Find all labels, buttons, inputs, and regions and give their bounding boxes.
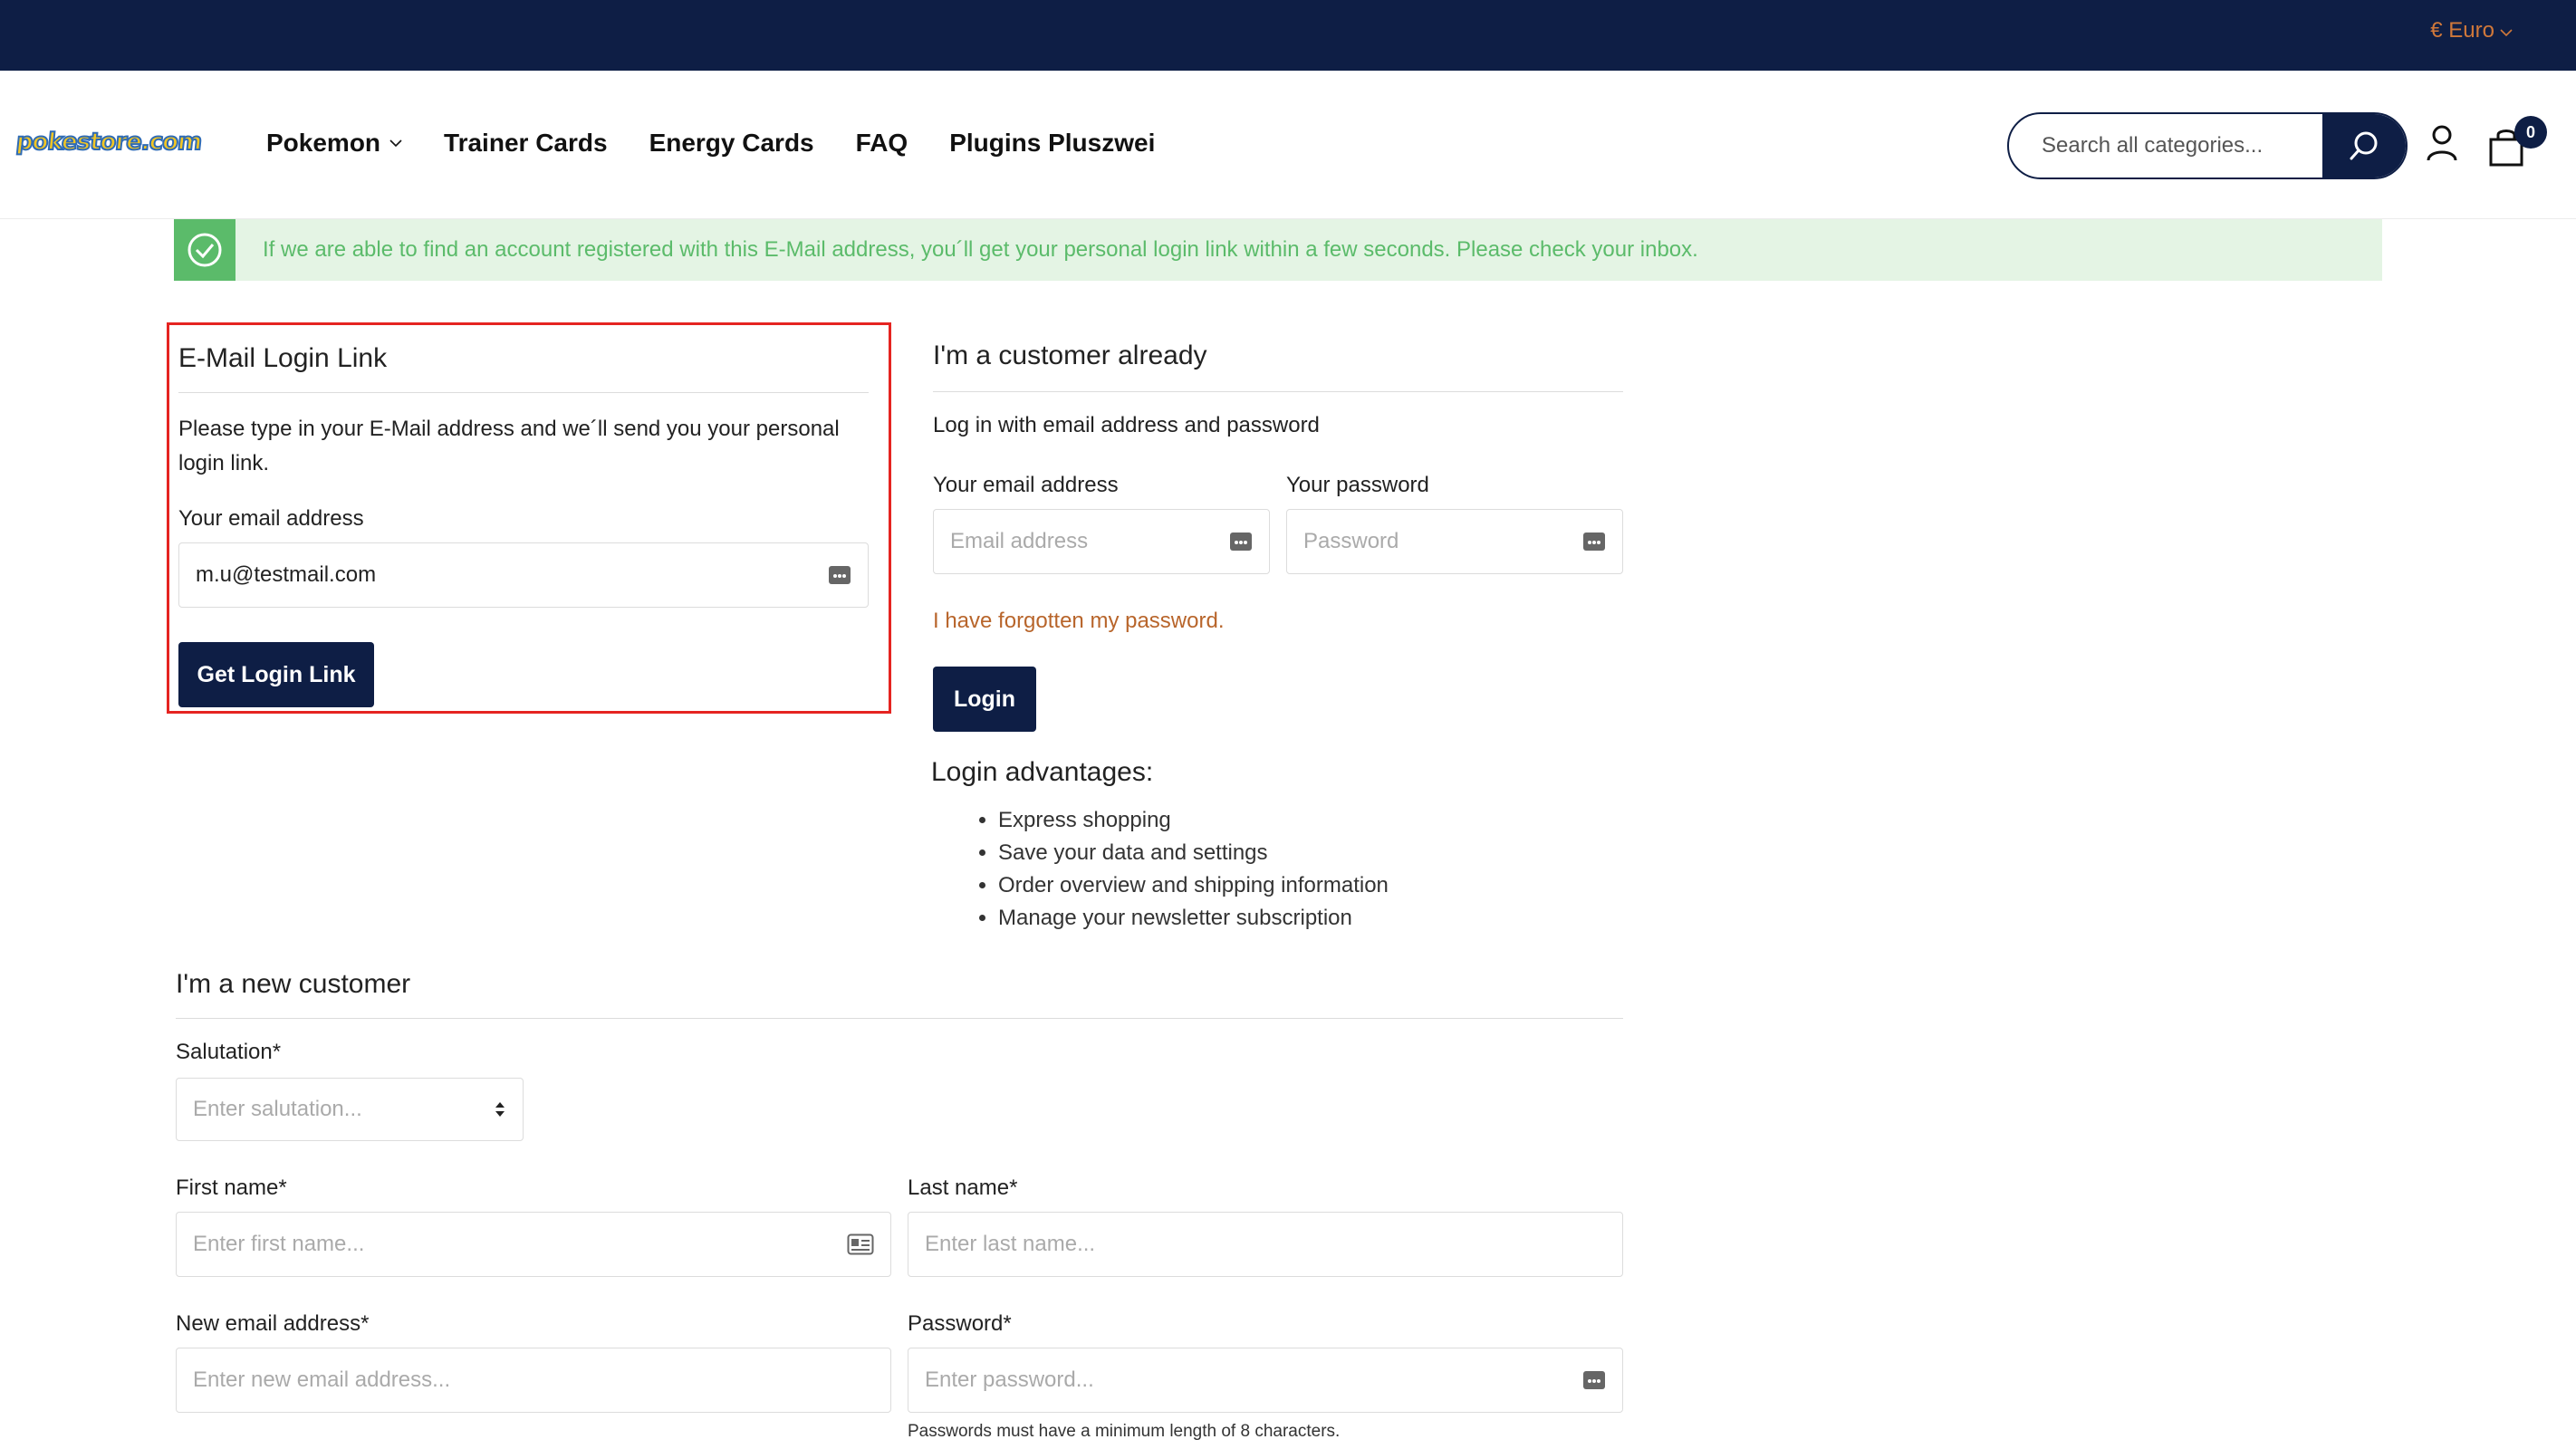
email-input-value: m.u@testmail.com	[196, 562, 377, 587]
login-advantages-list: Express shopping Save your data and sett…	[933, 804, 1389, 935]
search-bar	[2007, 112, 2408, 179]
new-customer-section: I'm a new customer Salutation* Enter sal…	[176, 969, 1625, 1449]
email-login-link-section: E-Mail Login Link Please type in your E-…	[167, 322, 891, 714]
contact-card-icon[interactable]	[847, 1233, 874, 1255]
existing-customer-section: I'm a customer already Log in with email…	[931, 341, 1623, 956]
nav-item-plugins-pluszwei[interactable]: Plugins Pluszwei	[949, 129, 1155, 158]
new-password-placeholder: Enter password...	[925, 1367, 1094, 1392]
user-icon	[2427, 125, 2457, 161]
list-item: Save your data and settings	[998, 837, 1389, 869]
nav-item-energy-cards[interactable]: Energy Cards	[649, 129, 814, 158]
password-manager-icon[interactable]	[1582, 1370, 1606, 1390]
nav-item-trainer-cards[interactable]: Trainer Cards	[444, 129, 608, 158]
new-password-field[interactable]: Enter password...	[908, 1348, 1623, 1413]
new-customer-title: I'm a new customer	[176, 969, 411, 999]
login-password-field[interactable]: Password	[1286, 509, 1623, 574]
divider	[933, 391, 1623, 392]
email-label: Your email address	[933, 473, 1119, 497]
salutation-label: Salutation*	[176, 1040, 282, 1064]
alert-icon-container	[174, 219, 235, 281]
password-hint: Passwords must have a minimum length of …	[908, 1422, 1341, 1441]
forgot-password-link[interactable]: I have forgotten my password.	[933, 609, 1225, 634]
select-arrows-icon	[495, 1102, 505, 1117]
last-name-placeholder: Enter last name...	[925, 1232, 1096, 1256]
list-item: Order overview and shipping information	[998, 869, 1389, 902]
last-name-label: Last name*	[908, 1176, 1018, 1200]
login-button[interactable]: Login	[933, 667, 1036, 732]
check-circle-icon	[187, 233, 222, 267]
email-label: Your email address	[178, 506, 364, 531]
search-button[interactable]	[2322, 114, 2406, 178]
chevron-down-icon	[389, 139, 402, 148]
first-name-placeholder: Enter first name...	[193, 1232, 365, 1256]
login-advantages-title: Login advantages:	[931, 757, 1154, 787]
last-name-field[interactable]: Enter last name...	[908, 1212, 1623, 1277]
cart-count-badge: 0	[2514, 116, 2547, 149]
top-bar: € Euro	[0, 0, 2576, 71]
main-nav: Pokemon Trainer Cards Energy Cards FAQ P…	[266, 129, 1155, 158]
success-alert: If we are able to find an account regist…	[174, 219, 2382, 281]
email-login-link-description: Please type in your E-Mail address and w…	[178, 417, 840, 475]
account-button[interactable]	[2424, 121, 2460, 165]
login-link-email-field[interactable]: m.u@testmail.com	[178, 542, 869, 608]
new-email-placeholder: Enter new email address...	[193, 1367, 451, 1392]
new-email-field[interactable]: Enter new email address...	[176, 1348, 891, 1413]
currency-selector[interactable]: € Euro	[2430, 18, 2513, 43]
list-item: Express shopping	[998, 804, 1389, 837]
email-login-link-title: E-Mail Login Link	[178, 343, 388, 373]
cart-button[interactable]: 0	[2487, 116, 2547, 170]
first-name-field[interactable]: Enter first name...	[176, 1212, 891, 1277]
site-logo[interactable]: pokestore.com	[14, 128, 203, 157]
existing-customer-title: I'm a customer already	[933, 341, 1207, 370]
nav-item-label: Pokemon	[266, 129, 381, 157]
divider	[176, 1018, 1623, 1019]
password-placeholder: Password	[1303, 529, 1399, 553]
new-password-label: Password*	[908, 1311, 1012, 1336]
login-email-field[interactable]: Email address	[933, 509, 1270, 574]
first-name-label: First name*	[176, 1176, 287, 1200]
list-item: Manage your newsletter subscription	[998, 902, 1389, 935]
nav-item-pokemon[interactable]: Pokemon	[266, 129, 402, 158]
salutation-select[interactable]: Enter salutation...	[176, 1078, 524, 1141]
search-input[interactable]	[2009, 114, 2322, 178]
salutation-placeholder: Enter salutation...	[193, 1097, 362, 1121]
password-manager-icon[interactable]	[828, 565, 851, 585]
nav-item-faq[interactable]: FAQ	[856, 129, 908, 158]
currency-label: € Euro	[2430, 18, 2494, 43]
get-login-link-button[interactable]: Get Login Link	[178, 642, 374, 707]
new-email-label: New email address*	[176, 1311, 370, 1336]
password-manager-icon[interactable]	[1229, 532, 1253, 552]
search-icon	[2350, 131, 2378, 160]
password-manager-icon[interactable]	[1582, 532, 1606, 552]
divider	[178, 392, 869, 393]
password-label: Your password	[1286, 473, 1429, 497]
chevron-down-icon	[2500, 29, 2513, 37]
existing-customer-subtitle: Log in with email address and password	[933, 413, 1320, 437]
email-placeholder: Email address	[950, 529, 1089, 553]
site-header: pokestore.com Pokemon Trainer Cards Ener…	[0, 71, 2576, 219]
alert-message: If we are able to find an account regist…	[263, 237, 1698, 262]
